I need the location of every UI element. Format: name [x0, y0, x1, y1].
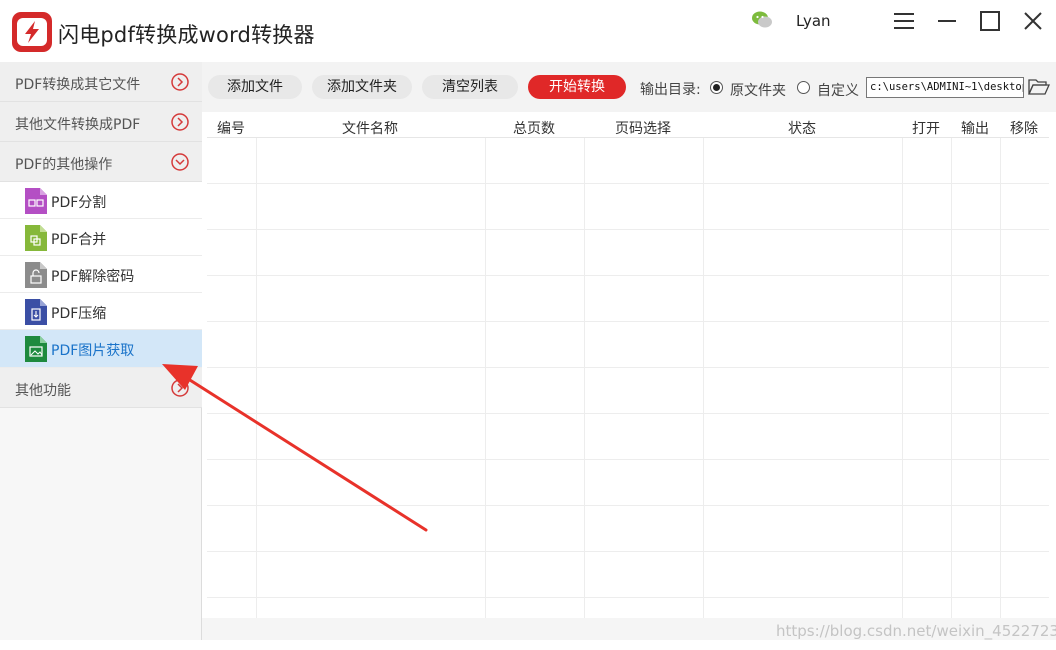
column-header-open: 打开 — [912, 121, 940, 137]
toolbar: 添加文件 添加文件夹 清空列表 开始转换 输出目录: 原文件夹 自定义 c:\u… — [202, 62, 1056, 112]
table-row — [207, 460, 1049, 506]
table-row — [207, 368, 1049, 414]
sidebar-item-pdf-compress[interactable]: PDF压缩 — [0, 293, 202, 330]
column-header-output: 输出 — [961, 121, 989, 137]
maximize-icon[interactable] — [977, 8, 1003, 34]
watermark-text: https://blog.csdn.net/weixin_45227232 — [776, 622, 1056, 640]
sidebar-category-label: 其他文件转换成PDF — [15, 117, 141, 133]
table-row — [207, 276, 1049, 322]
column-header-status: 状态 — [788, 121, 816, 137]
column-divider — [485, 138, 486, 618]
folder-open-icon[interactable] — [1027, 77, 1051, 97]
minimize-icon[interactable] — [934, 8, 960, 34]
chevron-right-icon — [171, 379, 189, 397]
column-divider — [1000, 138, 1001, 618]
column-header-filename: 文件名称 — [342, 121, 398, 137]
radio-custom-folder-label[interactable]: 自定义 — [817, 80, 859, 100]
column-header-total-pages: 总页数 — [513, 121, 555, 137]
sidebar-category-other-functions[interactable]: 其他功能 — [0, 368, 202, 408]
sidebar-item-pdf-merge[interactable]: PDF合并 — [0, 219, 202, 256]
radio-source-folder[interactable] — [710, 81, 723, 94]
pdf-merge-icon — [25, 225, 47, 251]
add-file-button[interactable]: 添加文件 — [208, 75, 302, 99]
sidebar-item-label: PDF合并 — [51, 232, 107, 248]
table-row — [207, 230, 1049, 276]
column-header-page-select: 页码选择 — [615, 121, 671, 137]
sidebar-item-label: PDF图片获取 — [51, 343, 135, 359]
table-row — [207, 184, 1049, 230]
sidebar-item-pdf-unlock[interactable]: PDF解除密码 — [0, 256, 202, 293]
output-path-field[interactable]: c:\users\ADMINI~1\desktop — [866, 77, 1024, 98]
start-convert-button[interactable]: 开始转换 — [528, 75, 626, 99]
column-header-number: 编号 — [217, 121, 245, 137]
sidebar-item-label: PDF压缩 — [51, 306, 107, 322]
app-logo-icon — [12, 12, 52, 52]
table-row — [207, 414, 1049, 460]
chevron-right-icon — [171, 73, 189, 91]
chevron-right-icon — [171, 113, 189, 131]
table-row — [207, 138, 1049, 184]
pdf-unlock-icon — [25, 262, 47, 288]
username[interactable]: Lyan — [796, 12, 831, 30]
add-folder-button[interactable]: 添加文件夹 — [312, 75, 412, 99]
sidebar-category-pdf-other-ops[interactable]: PDF的其他操作 — [0, 142, 202, 182]
column-header-remove: 移除 — [1010, 121, 1038, 137]
sidebar-category-label: PDF的其他操作 — [15, 157, 113, 173]
close-icon[interactable] — [1020, 8, 1046, 34]
radio-custom-folder[interactable] — [797, 81, 810, 94]
column-divider — [584, 138, 585, 618]
wechat-icon[interactable] — [751, 10, 773, 30]
output-dir-label: 输出目录: — [640, 82, 701, 98]
pdf-image-icon — [25, 336, 47, 362]
table-header: 编号 文件名称 总页数 页码选择 状态 打开 输出 移除 — [207, 112, 1049, 138]
sidebar-category-label: PDF转换成其它文件 — [15, 77, 141, 93]
pdf-split-icon — [25, 188, 47, 214]
clear-list-button[interactable]: 清空列表 — [422, 75, 518, 99]
sidebar-item-pdf-image-extract[interactable]: PDF图片获取 — [0, 330, 202, 368]
sidebar-item-label: PDF分割 — [51, 195, 107, 211]
column-divider — [703, 138, 704, 618]
radio-source-folder-label[interactable]: 原文件夹 — [730, 80, 786, 100]
pdf-compress-icon — [25, 299, 47, 325]
sidebar-category-other-to-pdf[interactable]: 其他文件转换成PDF — [0, 102, 202, 142]
sidebar-item-pdf-split[interactable]: PDF分割 — [0, 182, 202, 219]
table-row — [207, 506, 1049, 552]
title-bar: 闪电pdf转换成word转换器 Lyan — [0, 0, 1056, 62]
sidebar-category-label: 其他功能 — [15, 383, 71, 399]
menu-icon[interactable] — [891, 8, 917, 34]
column-divider — [951, 138, 952, 618]
table-row — [207, 552, 1049, 598]
column-divider — [256, 138, 257, 618]
sidebar: PDF转换成其它文件 其他文件转换成PDF PDF的其他操作 PDF分割 PDF… — [0, 62, 202, 640]
chevron-down-icon — [171, 153, 189, 171]
table-row — [207, 322, 1049, 368]
sidebar-item-label: PDF解除密码 — [51, 269, 135, 285]
column-divider — [902, 138, 903, 618]
file-table: 编号 文件名称 总页数 页码选择 状态 打开 输出 移除 — [207, 112, 1049, 618]
app-title: 闪电pdf转换成word转换器 — [58, 23, 315, 47]
sidebar-category-pdf-to-other[interactable]: PDF转换成其它文件 — [0, 62, 202, 102]
